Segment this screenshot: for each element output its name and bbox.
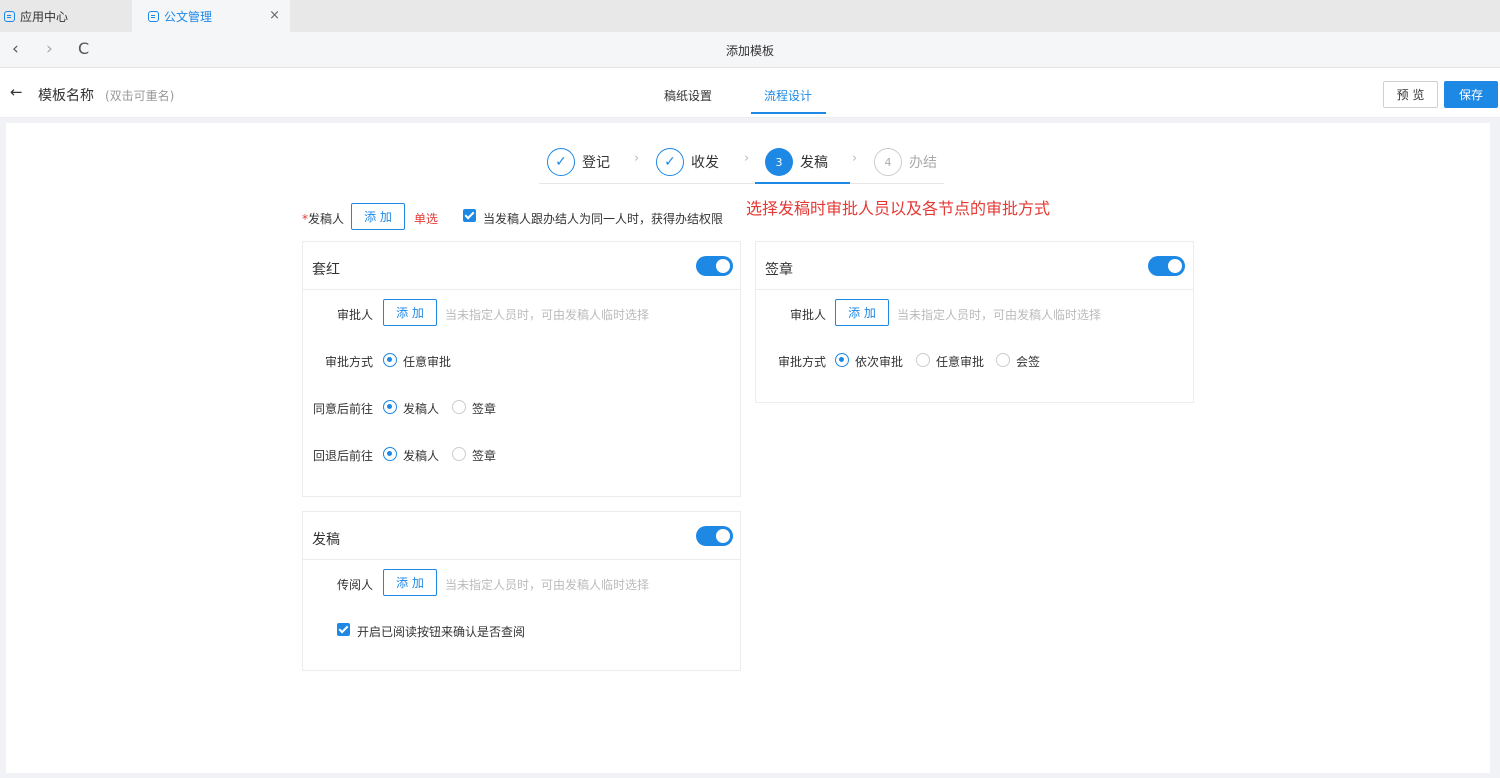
reader-label: 传阅人: [336, 578, 373, 592]
step-register[interactable]: ✓ 登记: [547, 148, 610, 176]
reject-radio-drafter[interactable]: [383, 447, 397, 461]
tab-flow-design[interactable]: 流程设计: [764, 87, 812, 104]
agree-radio-drafter[interactable]: [383, 400, 397, 414]
method-label: 审批方式: [777, 355, 826, 369]
approver-label: 审批人: [789, 308, 826, 322]
approver-label: 审批人: [336, 308, 373, 322]
radio-label: 发稿人: [403, 449, 440, 463]
reject-radio-seal[interactable]: [452, 447, 466, 461]
agree-radio-seal[interactable]: [452, 400, 466, 414]
card-header: 套红: [303, 242, 740, 290]
drafter-label: *发稿人: [302, 212, 345, 226]
tab-document-management[interactable]: 公文管理 ×: [132, 0, 290, 32]
chevron-right-icon: ›: [744, 151, 750, 166]
tab-label: 应用中心: [20, 9, 69, 24]
save-button[interactable]: 保存: [1444, 81, 1498, 108]
approver-hint: 当未指定人员时，可由发稿人临时选择: [445, 308, 650, 322]
agree-label: 同意后前往: [312, 402, 373, 416]
fagao-toggle[interactable]: [696, 526, 733, 546]
main-content: ✓ 登记 › ✓ 收发 › 3 发稿 › 4 办结 *发稿人 添 加 单选 当发…: [6, 123, 1490, 773]
method-label: 审批方式: [324, 355, 373, 369]
card-qianzhang: 签章 审批人 添 加 当未指定人员时，可由发稿人临时选择 审批方式 依次审批 任…: [755, 241, 1194, 403]
card-header: 签章: [756, 242, 1193, 290]
radio-label: 任意审批: [936, 355, 985, 369]
step-number: 3: [765, 148, 793, 176]
taohong-toggle[interactable]: [696, 256, 733, 276]
radio-label: 签章: [472, 402, 497, 416]
page-title: 添加模板: [725, 44, 774, 58]
add-reader-button[interactable]: 添 加: [383, 569, 437, 596]
step-label: 发稿: [800, 155, 828, 171]
radio-label: 依次审批: [855, 355, 904, 369]
method-radio-sequential[interactable]: [835, 353, 849, 367]
checkbox-label: 开启已阅读按钮来确认是否查阅: [357, 625, 526, 639]
active-tab-indicator: [751, 112, 826, 114]
add-approver-button[interactable]: 添 加: [835, 299, 889, 326]
arrow-left-icon[interactable]: ←: [10, 83, 23, 101]
tab-bar: 应用中心 公文管理 ×: [0, 0, 1500, 32]
tab-paper-settings[interactable]: 稿纸设置: [664, 87, 712, 104]
chevron-right-icon: ›: [852, 151, 858, 166]
card-taohong: 套红 审批人 添 加 当未指定人员时，可由发稿人临时选择 审批方式 任意审批 同…: [302, 241, 741, 497]
radio-label: 会签: [1016, 355, 1041, 369]
card-title: 发稿: [312, 532, 340, 548]
radio-label: 发稿人: [403, 402, 440, 416]
nav-bar: ‹ › C 添加模板: [0, 32, 1500, 68]
checkbox-label: 当发稿人跟办结人为同一人时，获得办结权限: [483, 212, 724, 226]
step-label: 办结: [909, 155, 937, 171]
step-draft[interactable]: 3 发稿: [765, 148, 828, 176]
active-step-indicator: [755, 182, 850, 184]
single-select-badge: 单选: [414, 212, 439, 226]
method-radio-any[interactable]: [383, 353, 397, 367]
method-radio-any[interactable]: [916, 353, 930, 367]
page-header: ← 模板名称 (双击可重名) 稿纸设置 流程设计 预 览 保存: [0, 68, 1500, 118]
add-drafter-button[interactable]: 添 加: [351, 203, 405, 230]
card-title: 套红: [312, 262, 340, 278]
method-radio-countersign[interactable]: [996, 353, 1010, 367]
radio-label: 签章: [472, 449, 497, 463]
check-icon: ✓: [547, 148, 575, 176]
document-icon: [148, 10, 159, 22]
add-approver-button[interactable]: 添 加: [383, 299, 437, 326]
app-icon: [4, 10, 15, 22]
check-icon: ✓: [656, 148, 684, 176]
step-number: 4: [874, 148, 902, 176]
reader-hint: 当未指定人员时，可由发稿人临时选择: [445, 578, 650, 592]
rename-hint: (双击可重名): [105, 89, 175, 103]
chevron-right-icon: ›: [634, 151, 640, 166]
step-dispatch[interactable]: ✓ 收发: [656, 148, 719, 176]
read-confirm-checkbox[interactable]: [337, 623, 350, 636]
step-label: 登记: [582, 155, 610, 171]
tab-label: 公文管理: [164, 9, 213, 24]
card-title: 签章: [765, 262, 793, 278]
step-complete[interactable]: 4 办结: [874, 148, 937, 176]
card-header: 发稿: [303, 512, 740, 560]
preview-button[interactable]: 预 览: [1383, 81, 1438, 108]
qianzhang-toggle[interactable]: [1148, 256, 1185, 276]
close-icon[interactable]: ×: [269, 8, 280, 23]
tab-app-center[interactable]: 应用中心: [0, 0, 132, 32]
approver-hint: 当未指定人员时，可由发稿人临时选择: [897, 308, 1102, 322]
reject-label: 回退后前往: [312, 449, 373, 463]
steps-divider: [539, 183, 944, 184]
step-label: 收发: [691, 155, 719, 171]
template-name[interactable]: 模板名称: [38, 85, 94, 105]
radio-label: 任意审批: [403, 355, 452, 369]
drafter-complete-checkbox[interactable]: [463, 209, 476, 222]
annotation-text: 选择发稿时审批人员以及各节点的审批方式: [746, 199, 1051, 218]
card-fagao: 发稿 传阅人 添 加 当未指定人员时，可由发稿人临时选择 开启已阅读按钮来确认是…: [302, 511, 741, 671]
